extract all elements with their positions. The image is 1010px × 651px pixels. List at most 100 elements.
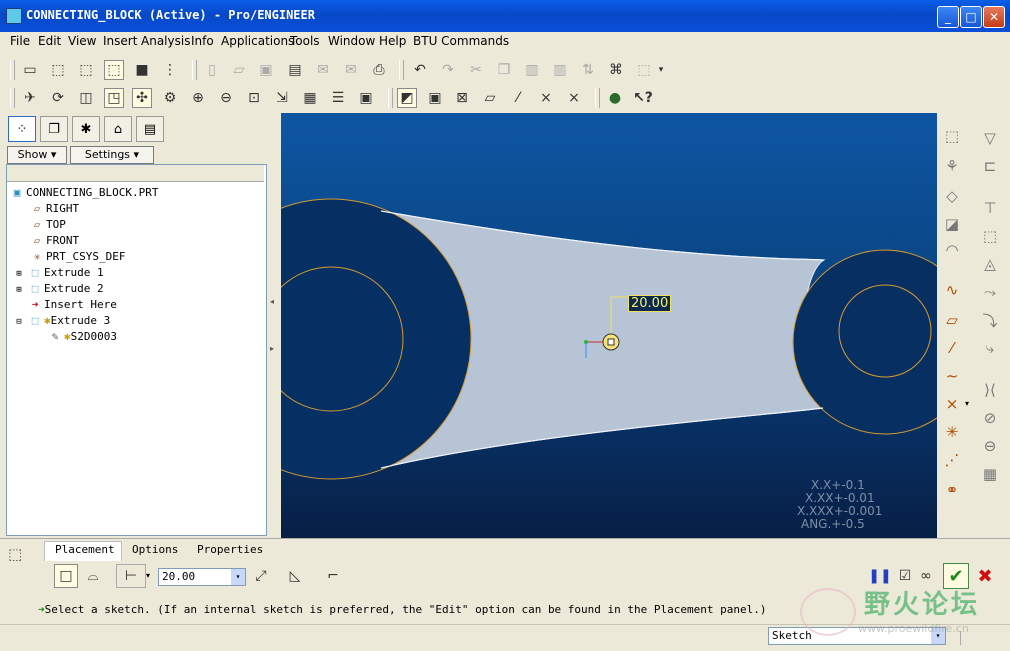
- revolve-tool-icon[interactable]: ◬: [979, 253, 1001, 275]
- toolbar-grip[interactable]: [595, 88, 600, 108]
- tree-item-front[interactable]: ▱ FRONT: [30, 234, 79, 248]
- hole-icon[interactable]: ▽: [979, 127, 1001, 149]
- tree-item-extrude-2[interactable]: ⊞ ⬚ Extrude 2: [12, 282, 103, 296]
- sketch-display-icon[interactable]: ◩: [397, 88, 417, 108]
- point-toggle-icon[interactable]: ×: [536, 88, 556, 108]
- settings-dropdown[interactable]: Settings ▾: [70, 146, 154, 164]
- menu-info[interactable]: Info: [191, 34, 214, 48]
- menu-applications[interactable]: Applications: [221, 34, 294, 48]
- menu-edit[interactable]: Edit: [38, 34, 61, 48]
- thicken-icon[interactable]: ⌐: [323, 566, 343, 586]
- plane-toggle-icon[interactable]: ▱: [480, 88, 500, 108]
- folder-browser-tab-icon[interactable]: ❐: [40, 116, 68, 142]
- curve-icon[interactable]: ∿: [941, 279, 963, 301]
- tab-properties[interactable]: Properties: [197, 543, 263, 556]
- refit-icon[interactable]: ⚙: [160, 88, 180, 108]
- measure-icon[interactable]: ▭: [20, 60, 40, 80]
- toolbar-grip[interactable]: [399, 60, 404, 80]
- paste-special-icon[interactable]: ▥: [550, 60, 570, 80]
- dimension-value-label[interactable]: 20.00: [628, 295, 672, 312]
- pattern-icon[interactable]: ⊏: [979, 155, 1001, 177]
- favorites-tab-icon[interactable]: ✱: [72, 116, 100, 142]
- send-link-icon[interactable]: ✉: [341, 60, 361, 80]
- offset-icon[interactable]: ⊖: [979, 435, 1001, 457]
- menu-file[interactable]: File: [10, 34, 30, 48]
- tree-item-insert-here[interactable]: ➜ Insert Here: [28, 298, 117, 312]
- close-window-icon[interactable]: ⊠: [452, 88, 472, 108]
- minimize-button[interactable]: _: [937, 6, 959, 28]
- collapse-icon[interactable]: ⊟: [12, 315, 26, 329]
- undo-icon[interactable]: ↶: [410, 60, 430, 80]
- menu-view[interactable]: View: [68, 34, 96, 48]
- sweep-tool-icon[interactable]: ⤳: [979, 281, 1001, 303]
- paste-icon[interactable]: ▥: [522, 60, 542, 80]
- toolbar-grip[interactable]: [10, 60, 15, 80]
- tab-options[interactable]: Options: [132, 543, 178, 556]
- menu-btu-commands[interactable]: BTU Commands: [413, 34, 509, 48]
- pause-icon[interactable]: ❚❚: [868, 566, 891, 586]
- datum-plane-display-icon[interactable]: ▣: [425, 88, 445, 108]
- chevron-down-icon[interactable]: ▾: [656, 60, 666, 80]
- expand-right-icon[interactable]: ▸: [270, 344, 274, 353]
- saved-views-icon[interactable]: ▦: [300, 88, 320, 108]
- dimension-icon[interactable]: ◫: [76, 88, 96, 108]
- style-tool-icon[interactable]: ⤷: [979, 337, 1001, 359]
- connections-tab-icon[interactable]: ⌂: [104, 116, 132, 142]
- rib-icon[interactable]: ⊤: [979, 197, 1001, 219]
- menu-window[interactable]: Window: [328, 34, 375, 48]
- save-copy-icon[interactable]: ▤: [285, 60, 305, 80]
- datum-point-icon[interactable]: ×: [941, 393, 963, 415]
- grid-icon[interactable]: ▦: [979, 463, 1001, 485]
- hidden-line-icon[interactable]: ⬚: [76, 60, 96, 80]
- show-dropdown[interactable]: Show ▾: [7, 146, 67, 164]
- axis-icon[interactable]: ⁄: [941, 337, 963, 359]
- view-manager-icon[interactable]: ▣: [356, 88, 376, 108]
- reorient-icon[interactable]: ⇲: [272, 88, 292, 108]
- trim-icon[interactable]: ⊘: [979, 407, 1001, 429]
- shell-icon[interactable]: ◪: [941, 213, 963, 235]
- send-mail-icon[interactable]: ✉: [313, 60, 333, 80]
- shading-icon[interactable]: ■: [132, 60, 152, 80]
- preview-glasses-icon[interactable]: ∞: [916, 566, 936, 586]
- flip-direction-icon[interactable]: ⤢: [251, 566, 271, 586]
- close-button[interactable]: ✕: [983, 6, 1005, 28]
- chevron-down-icon[interactable]: ▾: [965, 399, 969, 408]
- depth-input[interactable]: 20.00 ▾: [158, 568, 246, 586]
- orient-icon[interactable]: ◳: [104, 88, 124, 108]
- mirror-icon[interactable]: ⚘: [941, 155, 963, 177]
- model-tree-tab-icon[interactable]: ⁘: [8, 116, 36, 142]
- chain-icon[interactable]: ⚭: [941, 479, 963, 501]
- collapse-left-icon[interactable]: ◂: [270, 297, 274, 306]
- copy-feature-icon[interactable]: ⬚: [941, 125, 963, 147]
- toolbar-grip[interactable]: [10, 88, 15, 108]
- draft-icon[interactable]: ◇: [941, 185, 963, 207]
- spin-center-icon[interactable]: ✈: [20, 88, 40, 108]
- maximize-button[interactable]: □: [960, 6, 982, 28]
- solid-button[interactable]: □: [54, 564, 78, 588]
- csys-toggle-icon[interactable]: ×: [564, 88, 584, 108]
- tree-item-extrude-1[interactable]: ⊞ ⬚ Extrude 1: [12, 266, 103, 281]
- cancel-button[interactable]: ✖: [975, 566, 995, 587]
- round-icon[interactable]: ◠: [941, 239, 963, 261]
- merge-icon[interactable]: ⟩⟨: [979, 379, 1001, 401]
- menu-analysis[interactable]: Analysis: [141, 34, 190, 48]
- expand-icon[interactable]: ⊞: [12, 267, 26, 281]
- analysis-icon[interactable]: ⋰: [941, 449, 963, 471]
- menu-help[interactable]: Help: [379, 34, 406, 48]
- tab-placement-label[interactable]: Placement: [55, 543, 115, 556]
- tree-item-extrude-3[interactable]: ⊟ ⬚ ✱Extrude 3: [12, 314, 110, 328]
- datum-axes-icon[interactable]: ✣: [132, 88, 152, 108]
- zoom-fit-icon[interactable]: ⊡: [244, 88, 264, 108]
- open-file-icon[interactable]: ▱: [229, 60, 249, 80]
- shaded-view-icon[interactable]: ⬚: [48, 60, 68, 80]
- cut-icon[interactable]: ✂: [466, 60, 486, 80]
- surface-button[interactable]: ⌓: [83, 566, 103, 586]
- blend-tool-icon[interactable]: ⤵: [979, 309, 1001, 331]
- sketch-curve-icon[interactable]: ∼: [941, 365, 963, 387]
- tree-item-top[interactable]: ▱ TOP: [30, 218, 66, 232]
- wireframe-icon[interactable]: ⬚: [104, 60, 124, 80]
- tree-item-right[interactable]: ▱ RIGHT: [30, 202, 79, 216]
- verify-checkbox-icon[interactable]: ☑: [895, 566, 915, 586]
- panel-splitter[interactable]: ◂ ▸: [268, 112, 280, 538]
- regenerate-icon[interactable]: ⇅: [578, 60, 598, 80]
